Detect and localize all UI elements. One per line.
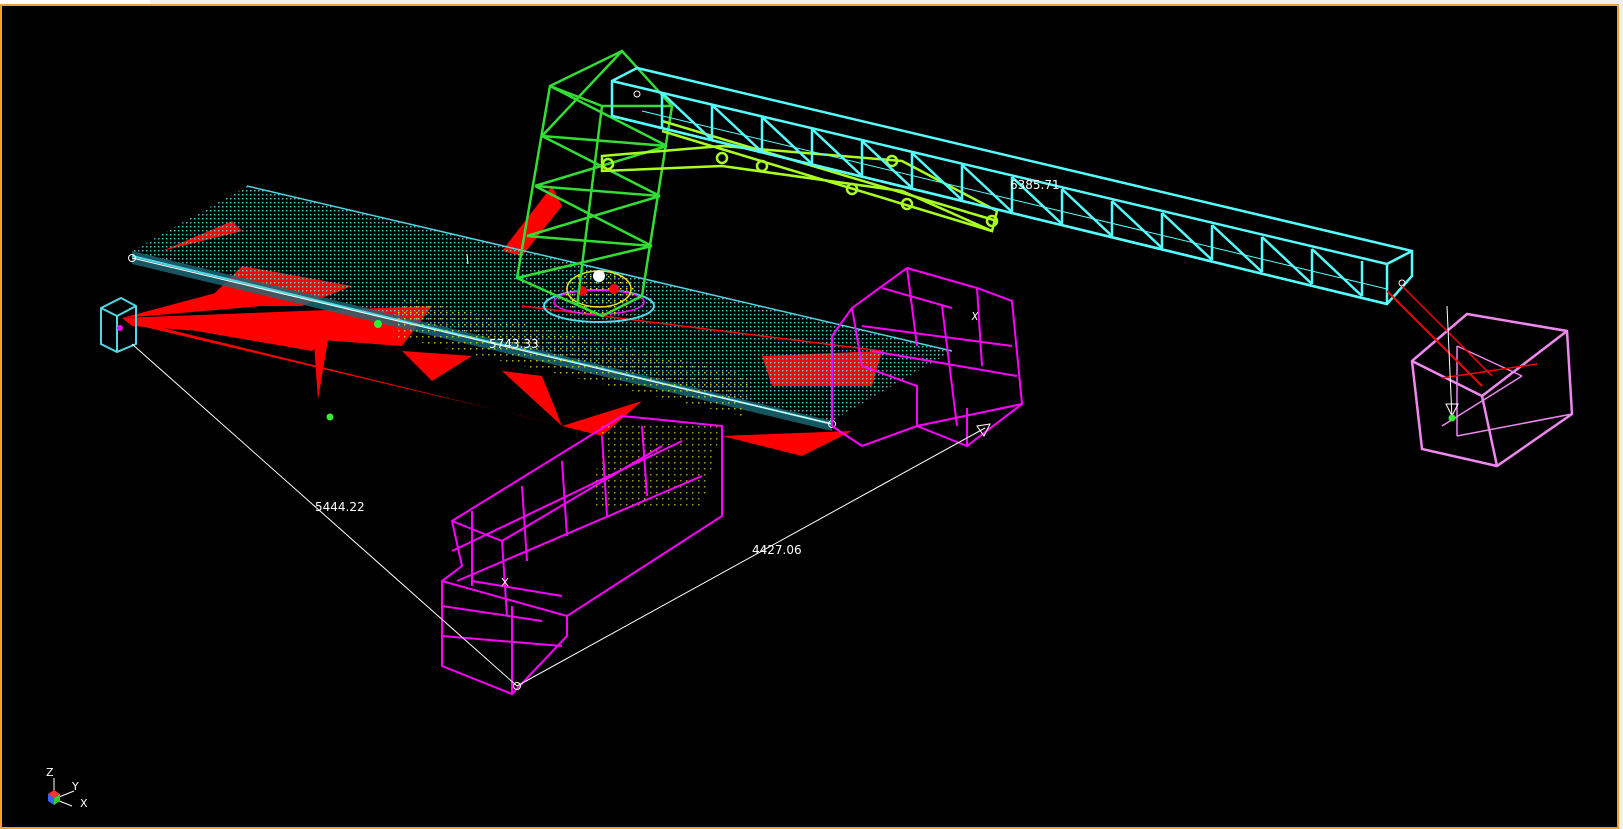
- boom-length-label: 6385.71: [1010, 178, 1060, 192]
- diagonal-left-label: 5444.22: [315, 500, 365, 514]
- axis-triad: Z Y X: [46, 766, 88, 810]
- triad-x-label: X: [80, 797, 88, 810]
- application-window: 5743.33 6385.71 5444.22 4427.06 Z Y X: [0, 0, 1623, 829]
- beam-length-label: 5743.33: [489, 337, 539, 351]
- graphics-viewport[interactable]: 5743.33 6385.71 5444.22 4427.06 Z Y X: [0, 4, 1619, 829]
- model-scene[interactable]: 5743.33 6385.71 5444.22 4427.06 Z Y X: [2, 6, 1617, 827]
- diagonal-right-label: 4427.06: [752, 543, 802, 557]
- counterweight-block[interactable]: [1410, 312, 1574, 468]
- triad-y-label: Y: [71, 780, 79, 793]
- hoist-rope[interactable]: [1386, 285, 1538, 422]
- triad-z-label: Z: [46, 766, 54, 779]
